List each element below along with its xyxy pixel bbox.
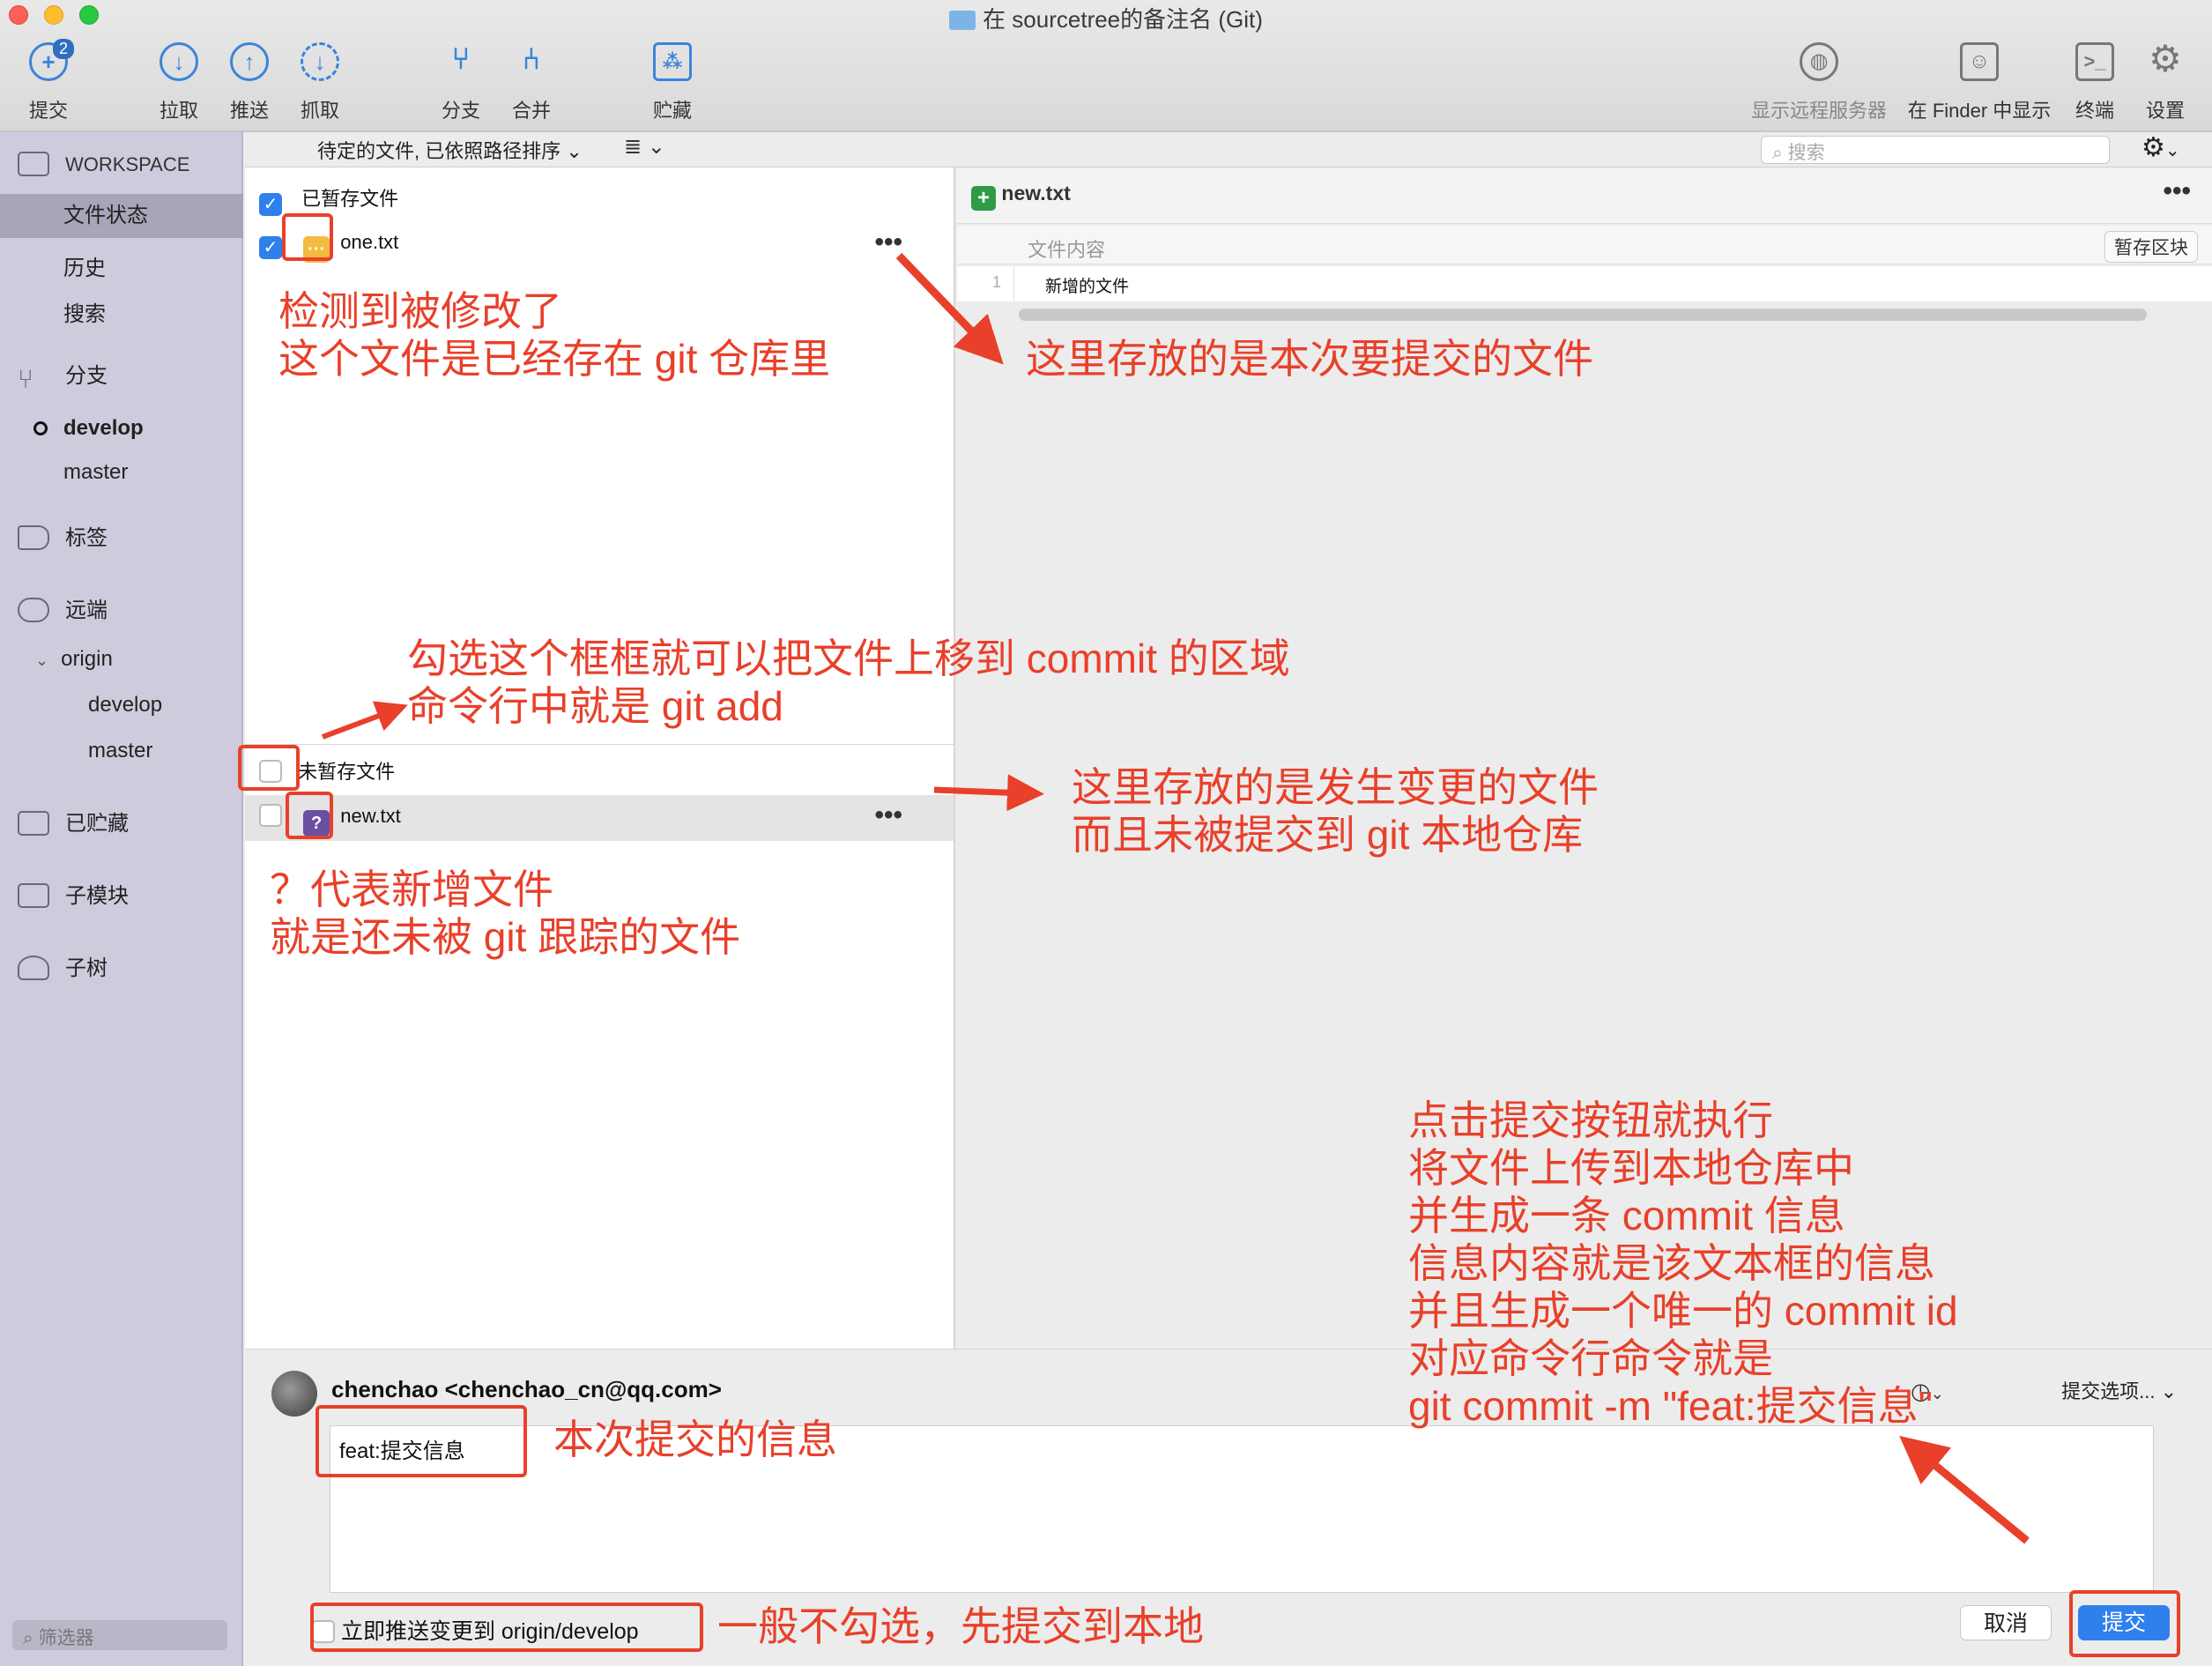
- arrow-to-staged-diff: [895, 252, 1004, 365]
- arrow-to-commit-button: [1899, 1435, 2030, 1544]
- arrow-to-checkbox: [321, 701, 408, 740]
- annotation-arrows: [321, 252, 2030, 1544]
- arrow-to-unstaged-area: [933, 774, 1044, 812]
